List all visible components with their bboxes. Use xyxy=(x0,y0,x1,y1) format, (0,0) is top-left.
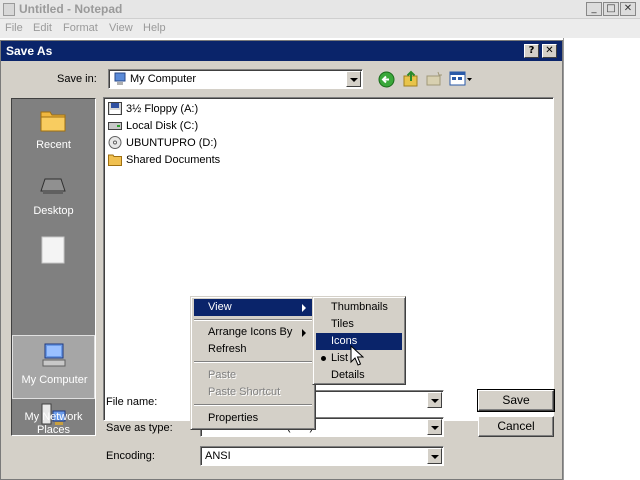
save-in-value: My Computer xyxy=(130,73,197,85)
menu-separator xyxy=(194,361,312,363)
mouse-cursor-icon xyxy=(350,345,364,366)
menu-item-arrange-icons-by[interactable]: Arrange Icons By xyxy=(194,324,312,341)
back-arrow-icon[interactable] xyxy=(378,71,395,88)
hard-disk-icon xyxy=(108,122,122,130)
help-button[interactable]: ? xyxy=(524,44,539,58)
file-name-label: File name: xyxy=(106,396,158,408)
cd-drive-icon xyxy=(108,136,122,149)
places-bar: Recent Desktop My Computer My Network Pl… xyxy=(11,98,96,436)
menu-file[interactable]: File xyxy=(5,22,23,34)
floppy-drive-icon xyxy=(108,102,122,115)
menu-item-refresh[interactable]: Refresh xyxy=(194,341,312,358)
menu-view[interactable]: View xyxy=(109,22,133,34)
submenu-item-tiles[interactable]: Tiles xyxy=(316,316,402,333)
radio-check-icon xyxy=(321,356,326,361)
cancel-button[interactable]: Cancel xyxy=(478,416,554,437)
up-folder-icon[interactable] xyxy=(402,70,420,88)
maximize-button[interactable]: □ xyxy=(603,2,619,16)
my-computer-icon xyxy=(114,72,126,85)
chevron-down-icon[interactable] xyxy=(346,71,361,87)
menu-help[interactable]: Help xyxy=(143,22,166,34)
menu-item-paste: Paste xyxy=(208,369,237,381)
chevron-down-icon[interactable] xyxy=(427,419,442,435)
place-my-documents[interactable] xyxy=(12,233,95,297)
minimize-button[interactable]: _ xyxy=(586,2,602,16)
dialog-title: Save As xyxy=(6,44,53,58)
desktop-icon xyxy=(40,178,66,194)
menu-item-paste-shortcut: Paste Shortcut xyxy=(208,386,281,398)
submenu-item-details[interactable]: Details xyxy=(316,367,402,384)
notepad-text-area[interactable] xyxy=(563,38,640,480)
notepad-title: Untitled - Notepad xyxy=(19,2,123,16)
menu-item-view[interactable]: View xyxy=(194,299,312,316)
notepad-title-bar: Untitled - Notepad _ □ ✕ xyxy=(0,0,640,19)
dialog-title-bar: Save As ? ✕ xyxy=(1,41,562,61)
encoding-dropdown[interactable]: ANSI xyxy=(200,446,444,466)
save-button[interactable]: Save xyxy=(477,389,555,412)
encoding-value: ANSI xyxy=(205,450,231,462)
chevron-down-icon[interactable] xyxy=(427,392,442,408)
place-recent[interactable]: Recent xyxy=(12,101,95,165)
view-submenu: Thumbnails Tiles Icons List Details xyxy=(312,296,406,385)
context-menu: View Arrange Icons By Refresh Paste Past… xyxy=(190,296,316,430)
close-button[interactable]: ✕ xyxy=(620,2,636,16)
save-in-label: Save in: xyxy=(57,73,97,85)
menu-format[interactable]: Format xyxy=(63,22,98,34)
document-icon xyxy=(41,236,65,264)
place-desktop[interactable]: Desktop xyxy=(12,167,95,231)
save-in-dropdown[interactable]: My Computer xyxy=(108,69,363,89)
save-as-type-label: Save as type: xyxy=(106,422,173,434)
notepad-icon xyxy=(3,3,15,16)
dialog-close-button[interactable]: ✕ xyxy=(542,44,557,58)
notepad-menu-bar: File Edit Format View Help xyxy=(0,19,640,38)
recent-folder-icon xyxy=(40,111,66,132)
submenu-item-thumbnails[interactable]: Thumbnails xyxy=(316,299,402,316)
place-my-network-places[interactable]: My Network Places xyxy=(12,401,95,437)
menu-separator xyxy=(194,404,312,406)
folder-icon xyxy=(108,154,122,166)
encoding-label: Encoding: xyxy=(106,450,155,462)
my-computer-icon xyxy=(42,343,66,367)
submenu-arrow-icon xyxy=(302,304,306,312)
menu-edit[interactable]: Edit xyxy=(33,22,52,34)
menu-item-properties[interactable]: Properties xyxy=(194,410,312,427)
new-folder-icon[interactable] xyxy=(426,71,443,87)
menu-separator xyxy=(194,319,312,321)
submenu-arrow-icon xyxy=(302,329,306,337)
view-menu-icon[interactable] xyxy=(449,71,473,87)
chevron-down-icon[interactable] xyxy=(427,448,442,464)
place-my-computer[interactable]: My Computer xyxy=(12,335,95,399)
